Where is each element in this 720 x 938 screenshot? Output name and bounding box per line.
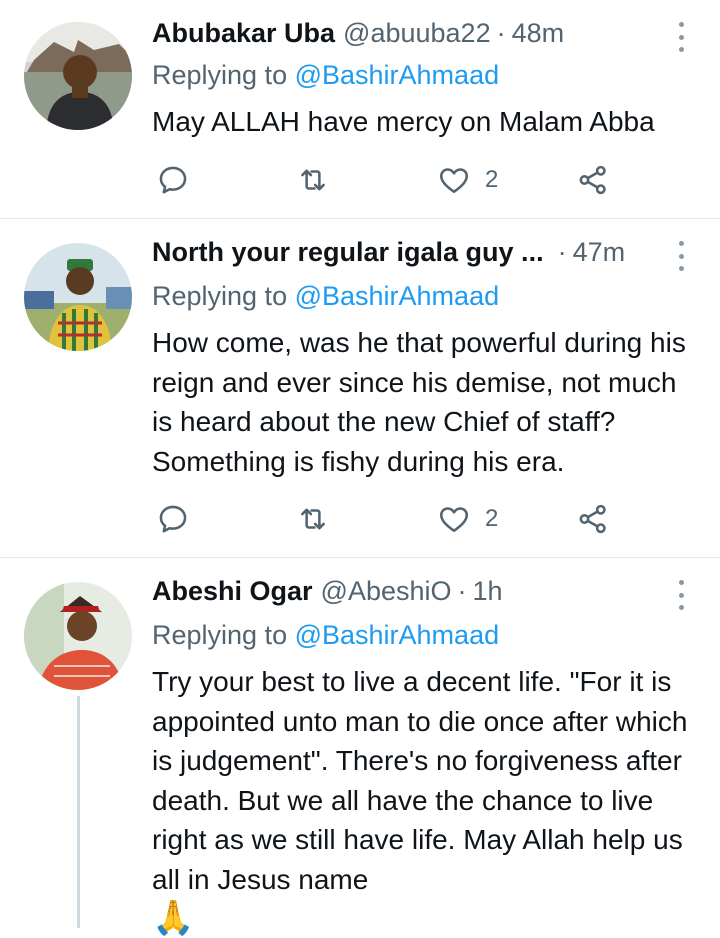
tweet-text: How come, was he that powerful during hi…: [152, 327, 686, 477]
tweet-3[interactable]: Abeshi Ogar @AbeshiO · 1h Replying to @B…: [0, 558, 720, 937]
tweet-2[interactable]: North your regular igala guy ... · 47m R…: [0, 219, 720, 557]
tweet-text: Try your best to live a decent life. "Fo…: [152, 666, 688, 895]
display-name[interactable]: North your regular igala guy ...: [152, 237, 544, 268]
handle[interactable]: @AbeshiO: [321, 576, 452, 607]
heart-icon: [439, 168, 469, 194]
tweet-header: Abubakar Uba @abuuba22 · 48m: [152, 18, 660, 58]
action-bar: 2: [152, 160, 632, 200]
reply-icon: [159, 166, 187, 194]
share-button[interactable]: [576, 160, 610, 200]
retweet-button[interactable]: [296, 499, 330, 539]
reply-button[interactable]: [156, 499, 190, 539]
separator: ·: [496, 18, 506, 48]
timestamp[interactable]: 48m: [512, 18, 565, 49]
reply-icon: [159, 505, 187, 533]
tweet-1[interactable]: Abubakar Uba @abuuba22 · 48m Replying to…: [0, 0, 720, 218]
like-button[interactable]: 2: [437, 160, 498, 200]
action-bar: 2: [152, 499, 632, 539]
retweet-button[interactable]: [296, 160, 330, 200]
replying-to: Replying to @BashirAhmaad: [152, 281, 499, 312]
timestamp[interactable]: 47m: [573, 237, 626, 268]
reply-button[interactable]: [156, 160, 190, 200]
replying-prefix: Replying to: [152, 620, 295, 650]
timestamp[interactable]: 1h: [473, 576, 503, 607]
pray-emoji: 🙏: [152, 899, 195, 937]
tweet-header: Abeshi Ogar @AbeshiO · 1h: [152, 576, 660, 616]
more-options-icon[interactable]: [676, 241, 686, 271]
retweet-icon: [301, 169, 325, 191]
like-count: 2: [485, 166, 499, 193]
share-icon: [579, 165, 606, 195]
avatar[interactable]: [24, 243, 132, 351]
more-options-icon[interactable]: [676, 22, 686, 52]
mention-link[interactable]: @BashirAhmaad: [295, 281, 500, 311]
replying-prefix: Replying to: [152, 60, 295, 90]
replying-to: Replying to @BashirAhmaad: [152, 620, 499, 651]
heart-icon: [439, 507, 469, 533]
mention-link[interactable]: @BashirAhmaad: [295, 620, 500, 650]
replying-prefix: Replying to: [152, 281, 295, 311]
tweet-header: North your regular igala guy ... · 47m: [152, 237, 660, 277]
tweet-text: May ALLAH have mercy on Malam Abba: [152, 106, 655, 137]
more-options-icon[interactable]: [676, 580, 686, 610]
avatar[interactable]: [24, 582, 132, 690]
thread-connector: [77, 696, 80, 928]
handle[interactable]: @abuuba22: [343, 18, 491, 49]
display-name[interactable]: Abeshi Ogar: [152, 576, 313, 607]
retweet-icon: [301, 508, 325, 530]
share-button[interactable]: [576, 499, 610, 539]
like-count: 2: [485, 505, 499, 532]
avatar[interactable]: [24, 22, 132, 130]
display-name[interactable]: Abubakar Uba: [152, 18, 335, 49]
separator: ·: [457, 576, 467, 606]
share-icon: [579, 504, 606, 534]
like-button[interactable]: 2: [437, 499, 498, 539]
separator: ·: [557, 237, 567, 267]
replying-to: Replying to @BashirAhmaad: [152, 60, 499, 91]
mention-link[interactable]: @BashirAhmaad: [295, 60, 500, 90]
